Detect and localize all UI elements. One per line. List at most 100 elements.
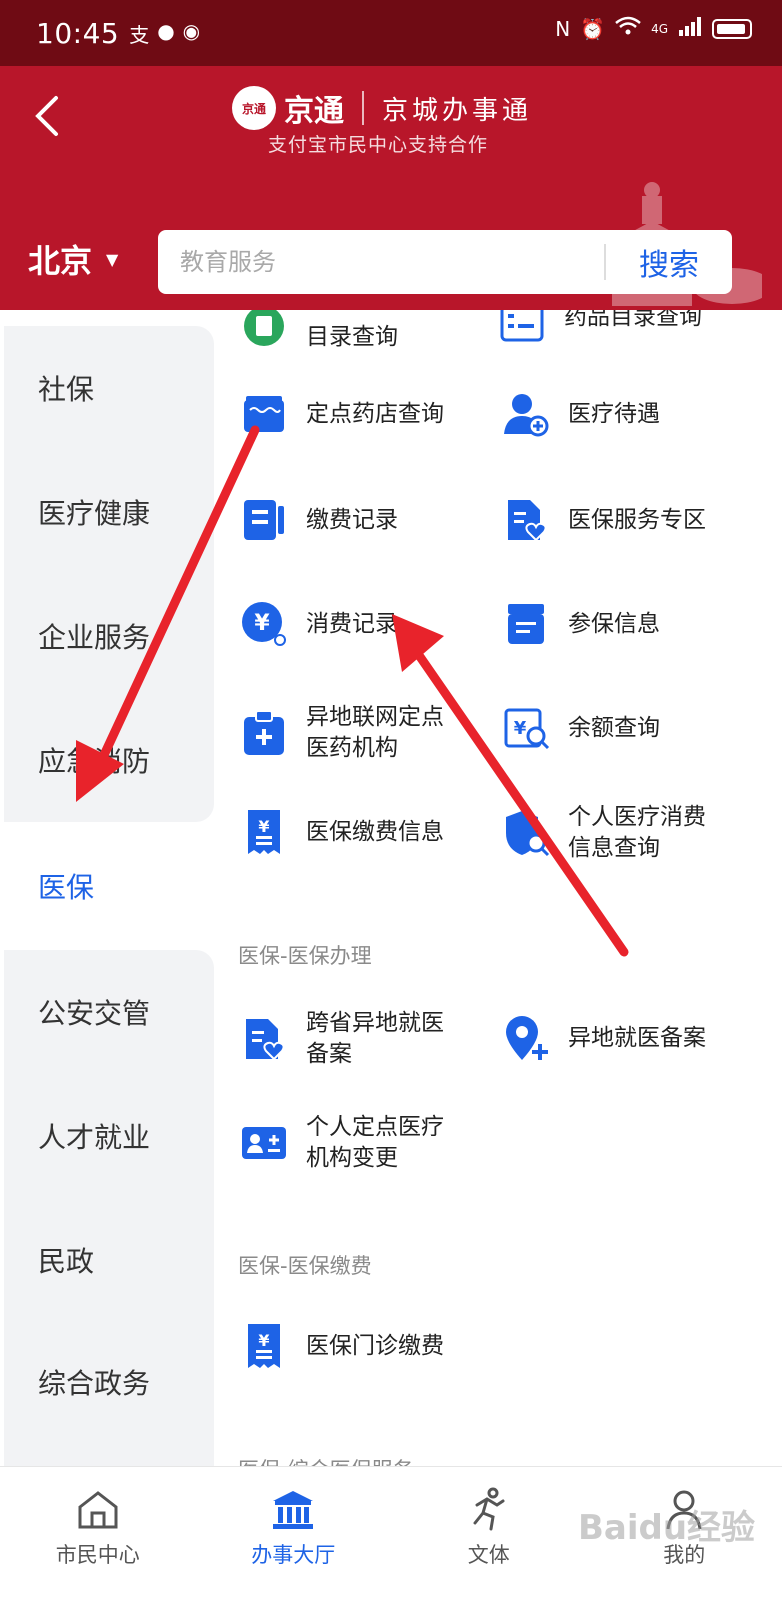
service-pharmacy-query[interactable]: 定点药店查询 — [240, 390, 466, 438]
receipt-icon — [240, 496, 288, 544]
service-label: 医保缴费信息 — [306, 818, 444, 845]
search-input[interactable] — [158, 230, 604, 294]
city-selector[interactable]: 北京 ▼ — [28, 236, 118, 282]
sidebar-item-talent[interactable]: 人才就业 — [4, 1074, 214, 1198]
sidebar-item-label: 应急消防 — [38, 745, 151, 778]
yuan-doc-icon: ¥ — [240, 1322, 288, 1370]
service-label: 定点药店查询 — [306, 400, 444, 427]
service-designated-institution-change[interactable]: 个人定点医疗机构变更 — [240, 1112, 456, 1174]
caret-down-icon: ▼ — [106, 249, 119, 269]
service-balance-query[interactable]: ¥ 余额查询 — [502, 704, 728, 752]
nav-item-citizen-center[interactable]: 市民中心 — [0, 1467, 196, 1616]
service-label: 异地就医备案 — [568, 1024, 706, 1051]
brand-row: 京通 京通 京城办事通 — [232, 80, 532, 136]
notification-icons: 支 ● ◉ — [129, 19, 200, 48]
back-button[interactable] — [30, 92, 70, 142]
status-bar: 10:45 支 ● ◉ N ⏰ 4G — [0, 0, 782, 66]
category-sidebar: 社保 医疗健康 企业服务 应急消防 医保 公安交管 人才就业 民政 综合政务 — [0, 310, 214, 1466]
service-personal-medical-consumption[interactable]: 个人医疗消费信息查询 — [502, 802, 718, 864]
nav-label: 办事大厅 — [251, 1543, 336, 1567]
brand-logo-text: 京通 — [241, 101, 266, 116]
sidebar-item-enterprise[interactable]: 企业服务 — [4, 574, 214, 698]
svg-text:¥: ¥ — [258, 1331, 269, 1350]
list-doc-icon — [502, 600, 550, 648]
pharmacy-icon — [240, 390, 288, 438]
sidebar-item-emergency[interactable]: 应急消防 — [4, 698, 214, 822]
app-screen: 10:45 支 ● ◉ N ⏰ 4G 京通 京通 京城办事通 支付宝市民中心支持… — [0, 0, 782, 1616]
service-label: 药品目录查询 — [564, 310, 702, 330]
service-cross-province-filing[interactable]: 跨省异地就医备案 — [240, 1008, 456, 1070]
sidebar-item-label: 公安交管 — [38, 997, 151, 1030]
city-label: 北京 — [28, 242, 93, 280]
sidebar-item-medical[interactable]: 医疗健康 — [4, 450, 214, 574]
nav-item-culture-sports[interactable]: 文体 — [391, 1467, 587, 1616]
nav-label: 市民中心 — [55, 1543, 140, 1567]
brand-subtitle: 支付宝市民中心支持合作 — [268, 134, 489, 156]
service-medical-benefit[interactable]: 医疗待遇 — [502, 390, 728, 438]
section-title-handle: 医保-医保办理 — [238, 944, 372, 968]
service-insurance-payment-info[interactable]: ¥ 医保缴费信息 — [240, 808, 486, 856]
network-label: 4G — [651, 21, 668, 36]
brand-name: 京通 — [284, 94, 344, 129]
sidebar-item-police[interactable]: 公安交管 — [4, 950, 214, 1074]
service-list: 目录查询 药品目录查询 定点药店查询 医疗待遇 缴费记录 医保服务专区 ¥ 消费… — [214, 310, 782, 1466]
alipay-icon: 支 — [129, 22, 150, 47]
app-header: 京通 京通 京城办事通 支付宝市民中心支持合作 北京 ▼ 搜索 — [0, 66, 782, 310]
service-label: 参保信息 — [568, 610, 660, 637]
brand-divider — [362, 91, 364, 125]
sidebar-item-label: 企业服务 — [38, 621, 151, 654]
balance-search-icon: ¥ — [502, 704, 550, 752]
eye-icon: ◉ — [182, 18, 201, 43]
sidebar-item-civil[interactable]: 民政 — [4, 1198, 214, 1322]
service-label: 医保服务专区 — [568, 506, 706, 533]
service-label: 跨省异地就医备案 — [306, 1010, 444, 1067]
section-title-more: 医保-综合医保服务 — [238, 1454, 414, 1466]
nav-label: 文体 — [467, 1543, 510, 1567]
catalog-icon — [240, 310, 288, 350]
home-icon — [78, 1491, 118, 1529]
watermark: Baidu经验 — [578, 1508, 756, 1548]
service-label: 目录查询 — [306, 324, 398, 350]
battery-icon — [712, 18, 752, 39]
service-insurance-zone[interactable]: 医保服务专区 — [502, 496, 728, 544]
brand-logo: 京通 — [232, 86, 276, 130]
sidebar-item-label: 人才就业 — [38, 1121, 151, 1154]
sidebar-item-general[interactable]: 综合政务 — [4, 1322, 214, 1466]
service-label: 缴费记录 — [306, 506, 398, 533]
search-button[interactable]: 搜索 — [606, 240, 732, 284]
doc-heart-icon — [240, 1015, 288, 1063]
svg-text:¥: ¥ — [258, 817, 269, 836]
sidebar-item-label: 医疗健康 — [38, 497, 151, 530]
service-remote-medical-filing[interactable]: 异地就医备案 — [502, 1014, 728, 1062]
svg-text:¥: ¥ — [514, 718, 527, 739]
sidebar-item-label: 民政 — [38, 1245, 95, 1278]
back-arrow-icon — [35, 96, 58, 136]
signal-icon — [678, 16, 702, 41]
medical-user-icon — [502, 390, 550, 438]
sidebar-item-label: 社保 — [38, 373, 95, 406]
service-remote-network-institutions[interactable]: 异地联网定点医药机构 — [240, 702, 456, 764]
yuan-doc-icon: ¥ — [240, 808, 288, 856]
service-label: 异地联网定点医药机构 — [306, 704, 444, 761]
brand-slogan: 京城办事通 — [382, 95, 533, 126]
status-time: 10:45 — [36, 16, 120, 50]
service-label: 余额查询 — [568, 714, 660, 741]
service-catalog-query[interactable]: 目录查询 — [240, 310, 466, 353]
service-consumption-record[interactable]: ¥ 消费记录 — [240, 600, 466, 648]
svg-text:¥: ¥ — [254, 611, 270, 636]
service-insured-info[interactable]: 参保信息 — [502, 600, 728, 648]
runner-icon — [473, 1487, 505, 1531]
alarm-icon: ⏰ — [580, 16, 606, 41]
service-outpatient-payment[interactable]: ¥ 医保门诊缴费 — [240, 1322, 486, 1370]
service-payment-record[interactable]: 缴费记录 — [240, 496, 466, 544]
id-card-icon — [240, 1119, 288, 1167]
nav-item-service-hall[interactable]: 办事大厅 — [196, 1467, 392, 1616]
sidebar-item-insurance[interactable]: 医保 — [4, 824, 214, 948]
wifi-icon — [615, 16, 641, 41]
sidebar-item-social[interactable]: 社保 — [4, 326, 214, 450]
service-drug-list-query[interactable]: 药品目录查询 — [498, 310, 724, 346]
service-label: 消费记录 — [306, 610, 398, 637]
clipboard-plus-icon — [240, 709, 288, 757]
sidebar-item-label: 综合政务 — [38, 1367, 151, 1400]
section-title-pay: 医保-医保缴费 — [238, 1254, 372, 1278]
